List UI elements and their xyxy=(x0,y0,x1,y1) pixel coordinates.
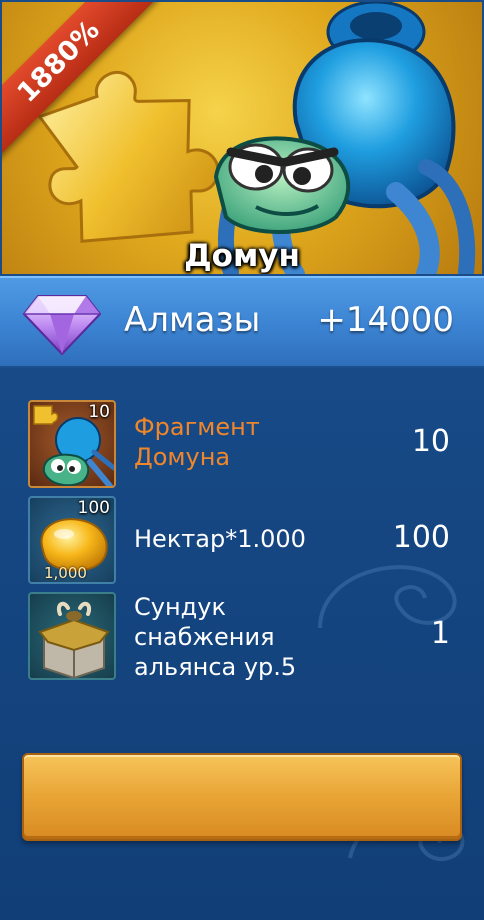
purchase-button[interactable] xyxy=(22,753,462,841)
nectar-icon[interactable]: 100 1,000 xyxy=(28,496,116,584)
hero-name: Домун xyxy=(184,238,300,274)
item-badge-count: 10 xyxy=(88,402,110,422)
currency-reward-row: Алмазы +14000 xyxy=(0,276,484,368)
list-item: 100 1,000 Нектар*1.000 100 xyxy=(0,494,484,586)
currency-amount: +14000 xyxy=(317,300,454,340)
item-name: Фрагмент Домуна xyxy=(134,413,260,471)
hero-banner: 1880% Домун xyxy=(0,0,484,276)
item-quantity: 10 xyxy=(411,424,450,459)
currency-name: Алмазы xyxy=(124,300,261,340)
list-item: Сундук снабжения альянса ур.5 1 xyxy=(0,590,484,700)
item-quantity: 1 xyxy=(430,616,450,651)
offer-card: 1880% Домун Алмазы +14000 10 Фрагмент До… xyxy=(0,0,484,920)
item-name: Сундук снабжения альянса ур.5 xyxy=(134,593,297,681)
list-item: 10 Фрагмент Домуна 10 xyxy=(0,398,484,490)
item-icon-caption: 1,000 xyxy=(44,564,87,582)
chest-art xyxy=(38,601,110,678)
hero-creature-icon xyxy=(213,2,476,274)
item-badge-count: 100 xyxy=(77,498,110,518)
diamond-icon xyxy=(22,295,102,356)
chest-icon[interactable] xyxy=(28,592,116,680)
item-quantity: 100 xyxy=(392,520,450,555)
hero-fragment-icon[interactable]: 10 xyxy=(28,400,116,488)
item-name: Нектар*1.000 xyxy=(134,525,306,553)
